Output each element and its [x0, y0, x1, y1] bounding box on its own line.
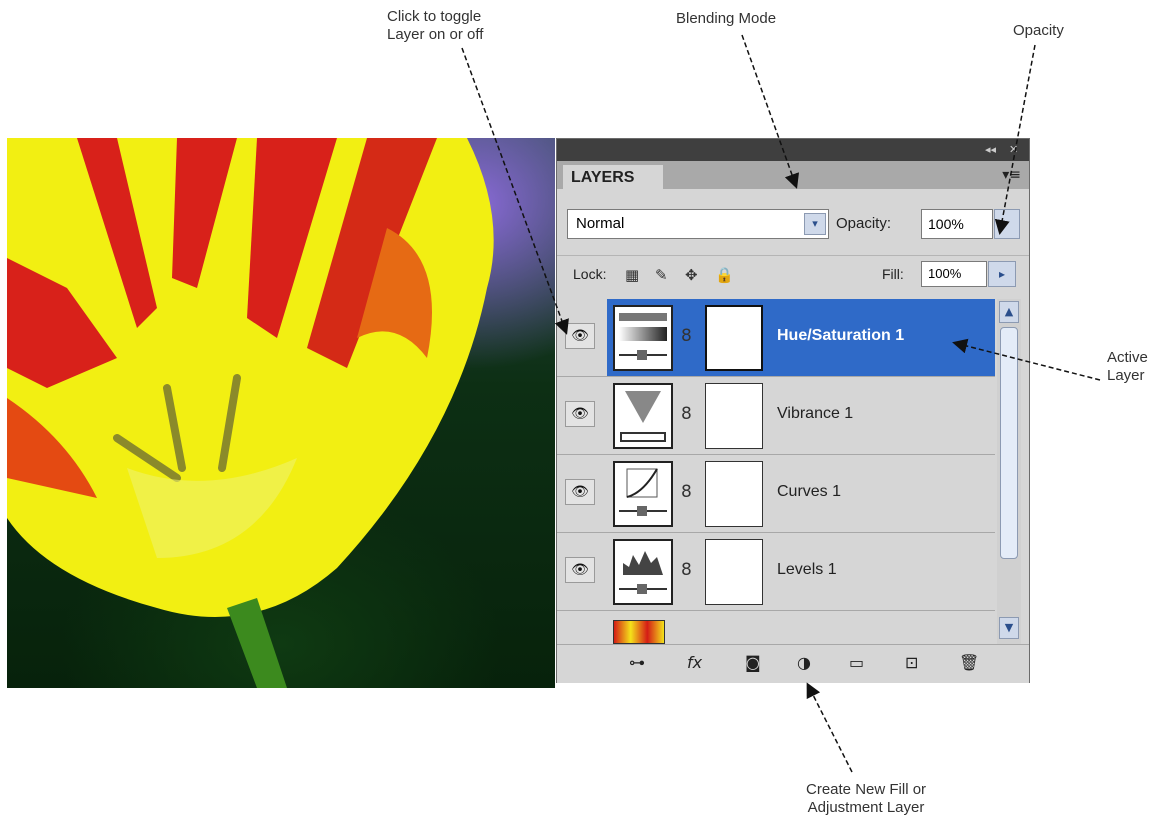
arrow-active [952, 338, 1101, 381]
annotation-arrows [461, 34, 1101, 773]
arrow-opacity [994, 44, 1036, 235]
arrow-blend [741, 34, 800, 189]
arrow-toggle [461, 47, 569, 335]
arrow-create [806, 682, 853, 773]
